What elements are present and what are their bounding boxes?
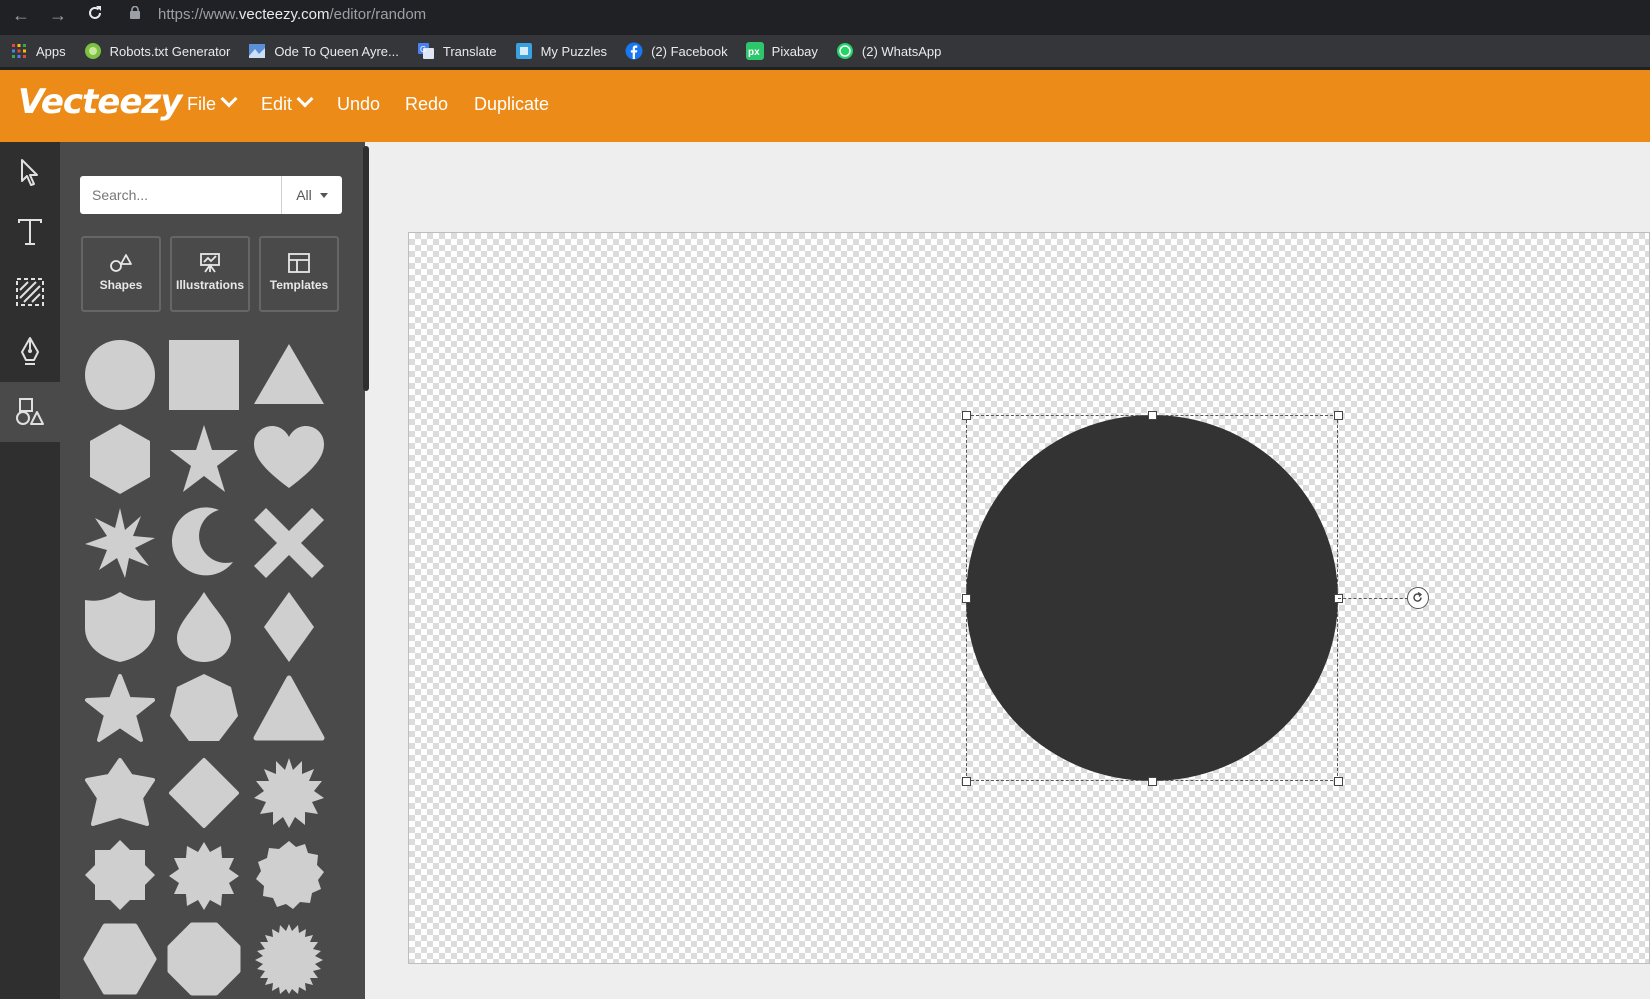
- svg-text:G: G: [420, 45, 426, 54]
- vecteezy-logo[interactable]: Vecteezy: [18, 82, 182, 122]
- bookmark-translate[interactable]: G Translate: [417, 42, 497, 60]
- shape-burst[interactable]: [83, 506, 157, 580]
- puzzle-icon: [515, 43, 532, 59]
- shape-pentagon-star[interactable]: [83, 756, 157, 830]
- rotate-connector: [1338, 598, 1408, 599]
- shape-octagram[interactable]: [83, 838, 157, 912]
- bookmark-robots[interactable]: Robots.txt Generator: [84, 42, 230, 60]
- shapes-icon: [16, 398, 44, 425]
- shapes-category-icon: [110, 254, 132, 272]
- address-bar[interactable]: ← → https://www.vecteezy.com/editor/rand…: [0, 0, 1650, 29]
- category-templates-label: Templates: [269, 278, 329, 292]
- pixabay-icon: px: [745, 42, 764, 60]
- cursor-icon: [21, 159, 38, 186]
- shape-triangle-rounded[interactable]: [252, 672, 326, 746]
- filter-select[interactable]: All: [282, 176, 342, 214]
- shape-heptagon[interactable]: [167, 672, 241, 746]
- caret-down-icon: [319, 193, 328, 198]
- lock-icon: [130, 6, 140, 19]
- pen-icon: [21, 337, 39, 365]
- shape-starburst-fine[interactable]: [252, 922, 326, 996]
- resize-handle-top-left[interactable]: [962, 411, 971, 420]
- shape-drop[interactable]: [167, 590, 241, 664]
- resize-handle-bottom-left[interactable]: [962, 777, 971, 786]
- shape-badge[interactable]: [252, 838, 326, 912]
- pattern-icon: [16, 278, 44, 306]
- back-icon[interactable]: ←: [10, 4, 32, 26]
- rotate-handle[interactable]: [1407, 587, 1429, 609]
- edit-menu[interactable]: Edit: [261, 90, 314, 115]
- chevron-down-icon: [296, 90, 314, 108]
- translate-icon: G: [417, 43, 434, 59]
- resize-handle-bottom[interactable]: [1148, 777, 1157, 786]
- bookmark-pixabay[interactable]: px Pixabay: [745, 42, 818, 60]
- shape-square[interactable]: [167, 338, 241, 412]
- shape-hexagon[interactable]: [83, 422, 157, 496]
- app-header: Vecteezy File Edit Undo Redo Duplicate: [0, 70, 1650, 142]
- svg-text:px: px: [748, 47, 760, 58]
- bookmark-ode[interactable]: Ode To Queen Ayre...: [248, 42, 399, 60]
- duplicate-button[interactable]: Duplicate: [474, 94, 549, 115]
- category-shapes[interactable]: Shapes: [81, 236, 161, 312]
- search-box: All: [80, 176, 342, 214]
- shape-rounded-octagon[interactable]: [167, 922, 241, 996]
- undo-button[interactable]: Undo: [337, 94, 380, 115]
- resize-handle-left[interactable]: [962, 594, 971, 603]
- facebook-icon: [625, 42, 643, 60]
- shape-circle[interactable]: [83, 338, 157, 412]
- shape-rounded-diamond[interactable]: [167, 756, 241, 830]
- bookmark-puzzles[interactable]: My Puzzles: [515, 42, 607, 60]
- select-tool-button[interactable]: [0, 142, 60, 202]
- category-illustrations-label: Illustrations: [175, 278, 244, 292]
- selection-box: [966, 415, 1338, 781]
- resize-handle-top[interactable]: [1148, 411, 1157, 420]
- url-text[interactable]: https://www.vecteezy.com/editor/random: [158, 2, 426, 27]
- template-icon: [288, 253, 310, 273]
- category-templates[interactable]: Templates: [259, 236, 339, 312]
- forward-icon[interactable]: →: [47, 4, 69, 26]
- shapes-panel: All Shapes Illustrations Templates: [60, 142, 365, 999]
- shape-x[interactable]: [252, 506, 326, 580]
- shape-diamond[interactable]: [252, 590, 326, 664]
- panel-scrollbar[interactable]: [363, 146, 369, 391]
- shape-seal[interactable]: [167, 838, 241, 912]
- bookmarks-bar: Apps Robots.txt Generator Ode To Queen A…: [0, 35, 1650, 67]
- apps-grid-icon: [12, 44, 26, 58]
- redo-button[interactable]: Redo: [405, 94, 448, 115]
- easel-icon: [200, 253, 220, 273]
- text-tool-button[interactable]: [0, 202, 60, 262]
- file-menu[interactable]: File: [187, 90, 238, 115]
- pen-tool-button[interactable]: [0, 322, 60, 382]
- shape-sunburst[interactable]: [252, 756, 326, 830]
- bookmark-apps[interactable]: Apps: [10, 42, 66, 60]
- rotate-icon: [1413, 591, 1423, 602]
- bookmark-facebook[interactable]: (2) Facebook: [625, 42, 728, 60]
- chevron-down-icon: [220, 90, 238, 108]
- tool-rail: [0, 142, 60, 999]
- shape-rounded-hexagon[interactable]: [83, 922, 157, 996]
- ode-icon: [249, 44, 266, 58]
- shape-star-rounded[interactable]: [83, 672, 157, 746]
- shape-shield[interactable]: [83, 590, 157, 664]
- resize-handle-bottom-right[interactable]: [1334, 777, 1343, 786]
- shape-triangle[interactable]: [252, 338, 326, 412]
- pattern-tool-button[interactable]: [0, 262, 60, 322]
- reload-icon[interactable]: [84, 4, 106, 26]
- bookmark-whatsapp[interactable]: (2) WhatsApp: [836, 42, 941, 60]
- text-icon: [18, 219, 42, 245]
- robots-icon: [84, 43, 101, 59]
- resize-handle-top-right[interactable]: [1334, 411, 1343, 420]
- category-shapes-label: Shapes: [99, 278, 143, 292]
- shapes-tool-button[interactable]: [0, 382, 60, 442]
- category-illustrations[interactable]: Illustrations: [170, 236, 250, 312]
- shape-moon[interactable]: [167, 506, 241, 580]
- search-input[interactable]: [80, 176, 280, 214]
- shape-star[interactable]: [167, 422, 241, 496]
- shape-heart[interactable]: [252, 422, 326, 496]
- whatsapp-icon: [836, 43, 853, 59]
